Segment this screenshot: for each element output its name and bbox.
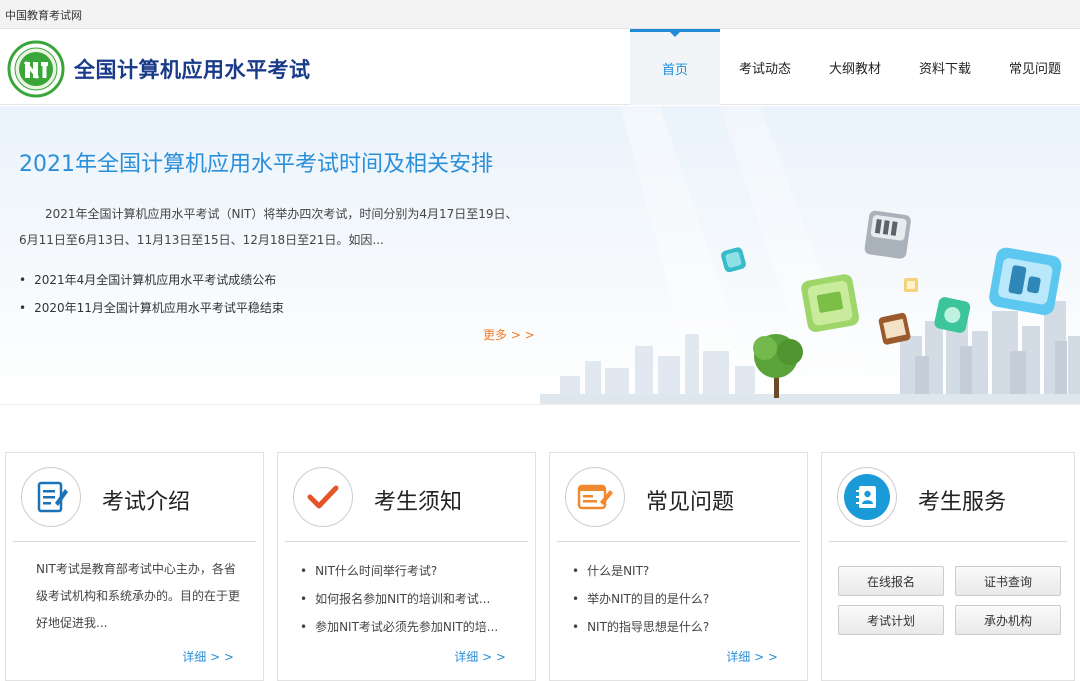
certificate-query-button[interactable]: 证书查询 bbox=[955, 566, 1061, 596]
card-details-link[interactable]: 详细 > > bbox=[726, 648, 778, 665]
card-title[interactable]: 考生服务 bbox=[918, 484, 1006, 516]
card-separator bbox=[13, 541, 256, 542]
nav-syllabus[interactable]: 大纲教材 bbox=[810, 29, 900, 105]
site-header: 全国计算机应用水平考试 首页 考试动态 大纲教材 资料下载 常见问题 bbox=[0, 29, 1080, 105]
banner-more-link[interactable]: 更多 > > bbox=[483, 326, 535, 343]
card-faq-list: 什么是NIT? 举办NIT的目的是什么? NIT的指导思想是什么? bbox=[572, 557, 709, 641]
nav-exam-news[interactable]: 考试动态 bbox=[720, 29, 810, 105]
list-item[interactable]: NIT的指导思想是什么? bbox=[572, 613, 709, 641]
card-title[interactable]: 考生须知 bbox=[374, 484, 462, 516]
nav-home[interactable]: 首页 bbox=[630, 29, 720, 105]
contact-book-icon bbox=[837, 467, 897, 527]
list-item[interactable]: 举办NIT的目的是什么? bbox=[572, 585, 709, 613]
list-item[interactable]: 参加NIT考试必须先参加NIT的培... bbox=[300, 613, 498, 641]
card-title[interactable]: 常见问题 bbox=[646, 484, 734, 516]
top-bar-link[interactable]: 中国教育考试网 bbox=[5, 7, 82, 23]
section-divider bbox=[0, 404, 1080, 405]
list-item[interactable]: NIT什么时间举行考试? bbox=[300, 557, 498, 585]
card-exam-intro: 考试介绍 NIT考试是教育部考试中心主办，各省级考试机构和系统承办的。目的在于更… bbox=[5, 452, 264, 681]
card-title[interactable]: 考试介绍 bbox=[102, 484, 190, 516]
card-faq: 常见问题 什么是NIT? 举办NIT的目的是什么? NIT的指导思想是什么? 详… bbox=[549, 452, 808, 681]
card-details-link[interactable]: 详细 > > bbox=[454, 648, 506, 665]
banner-news-list: 2021年4月全国计算机应用水平考试成绩公布 2020年11月全国计算机应用水平… bbox=[19, 266, 284, 322]
card-intro-text: NIT考试是教育部考试中心主办，各省级考试机构和系统承办的。目的在于更好地促进我… bbox=[36, 562, 241, 630]
question-list-icon bbox=[565, 467, 625, 527]
list-item[interactable]: 如何报名参加NIT的培训和考试... bbox=[300, 585, 498, 613]
nav-downloads[interactable]: 资料下载 bbox=[900, 29, 990, 105]
card-separator bbox=[829, 541, 1067, 542]
nav-faq[interactable]: 常见问题 bbox=[990, 29, 1080, 105]
card-separator bbox=[285, 541, 528, 542]
card-separator bbox=[557, 541, 800, 542]
online-registration-button[interactable]: 在线报名 bbox=[838, 566, 944, 596]
card-details-link[interactable]: 详细 > > bbox=[182, 648, 234, 665]
banner-news-item[interactable]: 2020年11月全国计算机应用水平考试平稳结束 bbox=[19, 294, 284, 322]
banner-headline[interactable]: 2021年全国计算机应用水平考试时间及相关安排 bbox=[19, 146, 493, 178]
main-nav: 首页 考试动态 大纲教材 资料下载 常见问题 bbox=[630, 29, 1080, 105]
checkmark-icon bbox=[293, 467, 353, 527]
site-title[interactable]: 全国计算机应用水平考试 bbox=[74, 54, 311, 84]
top-bar: 中国教育考试网 bbox=[0, 0, 1080, 29]
host-institution-button[interactable]: 承办机构 bbox=[955, 605, 1061, 635]
card-candidate-notice: 考生须知 NIT什么时间举行考试? 如何报名参加NIT的培训和考试... 参加N… bbox=[277, 452, 536, 681]
card-candidate-service: 考生服务 在线报名 证书查询 考试计划 承办机构 bbox=[821, 452, 1075, 681]
exam-plan-button[interactable]: 考试计划 bbox=[838, 605, 944, 635]
document-edit-icon bbox=[21, 467, 81, 527]
hero-banner: 2021年全国计算机应用水平考试时间及相关安排 2021年全国计算机应用水平考试… bbox=[0, 106, 1080, 404]
banner-description: 2021年全国计算机应用水平考试（NIT）将举办四次考试，时间分别为4月17日至… bbox=[19, 207, 518, 247]
nit-logo[interactable] bbox=[7, 40, 65, 98]
banner-news-item[interactable]: 2021年4月全国计算机应用水平考试成绩公布 bbox=[19, 266, 284, 294]
card-notice-list: NIT什么时间举行考试? 如何报名参加NIT的培训和考试... 参加NIT考试必… bbox=[300, 557, 498, 641]
list-item[interactable]: 什么是NIT? bbox=[572, 557, 709, 585]
